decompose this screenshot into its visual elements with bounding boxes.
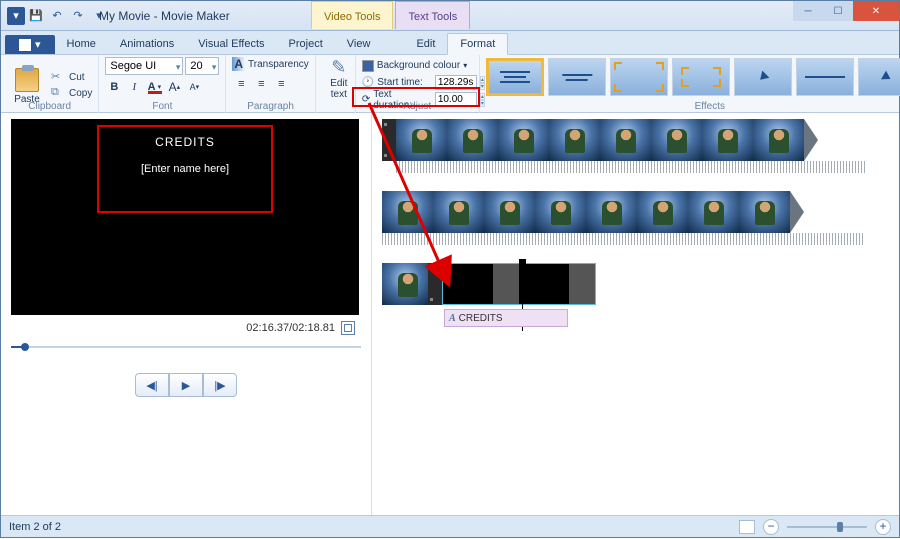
minimize-button[interactable]: ─ xyxy=(793,1,823,21)
cut-button[interactable]: Cut xyxy=(51,70,92,84)
group-label-adjust: Adjust xyxy=(356,101,479,112)
zoom-slider[interactable] xyxy=(787,526,867,528)
copy-icon xyxy=(51,86,65,100)
clipboard-icon xyxy=(15,68,39,92)
effect-zoom-out[interactable] xyxy=(672,58,730,96)
timeline-credits-clip[interactable]: A CREDITS xyxy=(382,263,889,305)
group-label-clipboard: Clipboard xyxy=(1,101,98,112)
background-colour-button[interactable]: Background colour▾ xyxy=(362,57,473,74)
fullscreen-icon[interactable] xyxy=(341,321,355,335)
tab-edit[interactable]: Edit xyxy=(404,34,447,54)
annotation-highlight-credits: CREDITS [Enter name here] xyxy=(97,125,273,213)
grow-font-button[interactable]: A▴ xyxy=(165,78,183,96)
group-label-paragraph: Paragraph xyxy=(226,101,314,112)
group-adjust: Background colour▾ 🕐Start time: ▴▾ ⟳Text… xyxy=(356,55,480,113)
playback-controls: ◀| ▶ |▶ xyxy=(11,373,361,397)
clock-icon: 🕐 xyxy=(362,77,374,88)
shrink-font-button[interactable]: A▾ xyxy=(185,78,203,96)
scissors-icon xyxy=(51,70,65,84)
contextual-tab-text-tools[interactable]: Text Tools xyxy=(395,1,470,29)
group-effects: ▴▾▿ Effects xyxy=(480,55,900,113)
italic-button[interactable]: I xyxy=(125,78,143,96)
next-frame-button[interactable]: |▶ xyxy=(203,373,237,397)
prev-frame-button[interactable]: ◀| xyxy=(135,373,169,397)
effect-fly-in[interactable] xyxy=(734,58,792,96)
start-time-input[interactable] xyxy=(435,75,477,90)
transparency-button[interactable]: Transparency xyxy=(232,57,308,71)
close-button[interactable]: ✕ xyxy=(853,1,899,21)
play-button[interactable]: ▶ xyxy=(169,373,203,397)
filmstrip-edge-icon xyxy=(428,263,442,305)
tab-view[interactable]: View xyxy=(335,34,383,54)
text-track-icon: A xyxy=(449,313,456,324)
tab-project[interactable]: Project xyxy=(277,34,335,54)
copy-button[interactable]: Copy xyxy=(51,86,92,100)
timecode-text: 02:16.37/02:18.81 xyxy=(246,322,335,334)
start-time-label: Start time: xyxy=(377,77,423,88)
font-color-button[interactable]: A▾ xyxy=(145,78,163,96)
tab-visual-effects[interactable]: Visual Effects xyxy=(186,34,276,54)
video-preview[interactable]: CREDITS [Enter name here] xyxy=(11,119,359,315)
clip-continue-icon xyxy=(804,119,818,161)
window-controls: ─ ☐ ✕ xyxy=(793,1,899,21)
align-left-button[interactable]: ≡ xyxy=(232,75,250,93)
window-title: My Movie - Movie Maker xyxy=(99,9,230,23)
title-bar: ▾ 💾 ↶ ↷ ▾ My Movie - Movie Maker Video T… xyxy=(1,1,899,31)
maximize-button[interactable]: ☐ xyxy=(823,1,853,21)
audio-waveform xyxy=(382,233,865,245)
credits-text-track[interactable]: A CREDITS xyxy=(444,309,568,327)
group-paragraph: Transparency ≡ ≡ ≡ Paragraph xyxy=(226,55,315,113)
timeline-clip-2[interactable] xyxy=(382,191,889,233)
content-area: CREDITS [Enter name here] 02:16.37/02:18… xyxy=(1,113,899,515)
bold-button[interactable]: B xyxy=(105,78,123,96)
contextual-tabs: Video Tools Text Tools xyxy=(311,1,470,31)
edit-text-button[interactable]: ✎ Edit text xyxy=(322,57,356,100)
file-tab[interactable]: ▾ xyxy=(5,35,55,54)
effect-swing[interactable] xyxy=(858,58,900,96)
filmstrip-edge-icon xyxy=(382,119,396,161)
font-family-combo[interactable]: Segoe UI xyxy=(105,57,183,75)
credits-title-text: CREDITS xyxy=(99,135,271,149)
ribbon-tabs: ▾ Home Animations Visual Effects Project… xyxy=(1,31,899,55)
undo-icon[interactable]: ↶ xyxy=(47,6,67,26)
effect-scroll-2[interactable] xyxy=(548,58,606,96)
align-center-button[interactable]: ≡ xyxy=(252,75,270,93)
align-right-button[interactable]: ≡ xyxy=(272,75,290,93)
zoom-out-button[interactable]: − xyxy=(763,519,779,535)
contextual-tab-video-tools[interactable]: Video Tools xyxy=(311,1,393,29)
clip-continue-icon xyxy=(790,191,804,233)
effect-stretch[interactable] xyxy=(796,58,854,96)
group-font: Segoe UI 20 B I A▾ A▴ A▾ Font xyxy=(99,55,226,113)
thumbnail-view-icon[interactable] xyxy=(739,520,755,534)
status-bar: Item 2 of 2 − + xyxy=(1,515,899,537)
credits-placeholder-text[interactable]: [Enter name here] xyxy=(99,163,271,175)
save-icon[interactable]: 💾 xyxy=(26,6,46,26)
clip-thumbnail xyxy=(382,263,428,305)
group-edit-text: ✎ Edit text xyxy=(316,55,356,113)
redo-icon[interactable]: ↷ xyxy=(68,6,88,26)
tab-home[interactable]: Home xyxy=(55,34,108,54)
group-clipboard: Paste Cut Copy Clipboard xyxy=(1,55,99,113)
group-label-font: Font xyxy=(99,101,225,112)
audio-waveform xyxy=(396,161,865,173)
paint-bucket-icon xyxy=(362,60,374,72)
quick-access-toolbar: ▾ 💾 ↶ ↷ ▾ xyxy=(1,6,109,26)
preview-pane: CREDITS [Enter name here] 02:16.37/02:18… xyxy=(1,113,371,515)
effect-zoom-in[interactable] xyxy=(610,58,668,96)
timeline-pane[interactable]: A CREDITS xyxy=(371,113,899,515)
group-label-effects: Effects xyxy=(480,101,900,112)
pencil-icon: ✎ xyxy=(331,57,346,78)
timeline-clip-1[interactable] xyxy=(382,119,889,161)
zoom-in-button[interactable]: + xyxy=(875,519,891,535)
font-size-combo[interactable]: 20 xyxy=(185,57,219,75)
tab-animations[interactable]: Animations xyxy=(108,34,186,54)
timecode-row: 02:16.37/02:18.81 xyxy=(11,321,361,335)
status-item-text: Item 2 of 2 xyxy=(9,521,61,533)
app-menu-icon[interactable]: ▾ xyxy=(7,7,25,25)
ribbon: Paste Cut Copy Clipboard Segoe UI 20 B I… xyxy=(1,55,899,113)
seek-slider[interactable] xyxy=(11,343,361,351)
effect-scroll-1[interactable] xyxy=(486,58,544,96)
tab-format[interactable]: Format xyxy=(447,33,508,55)
